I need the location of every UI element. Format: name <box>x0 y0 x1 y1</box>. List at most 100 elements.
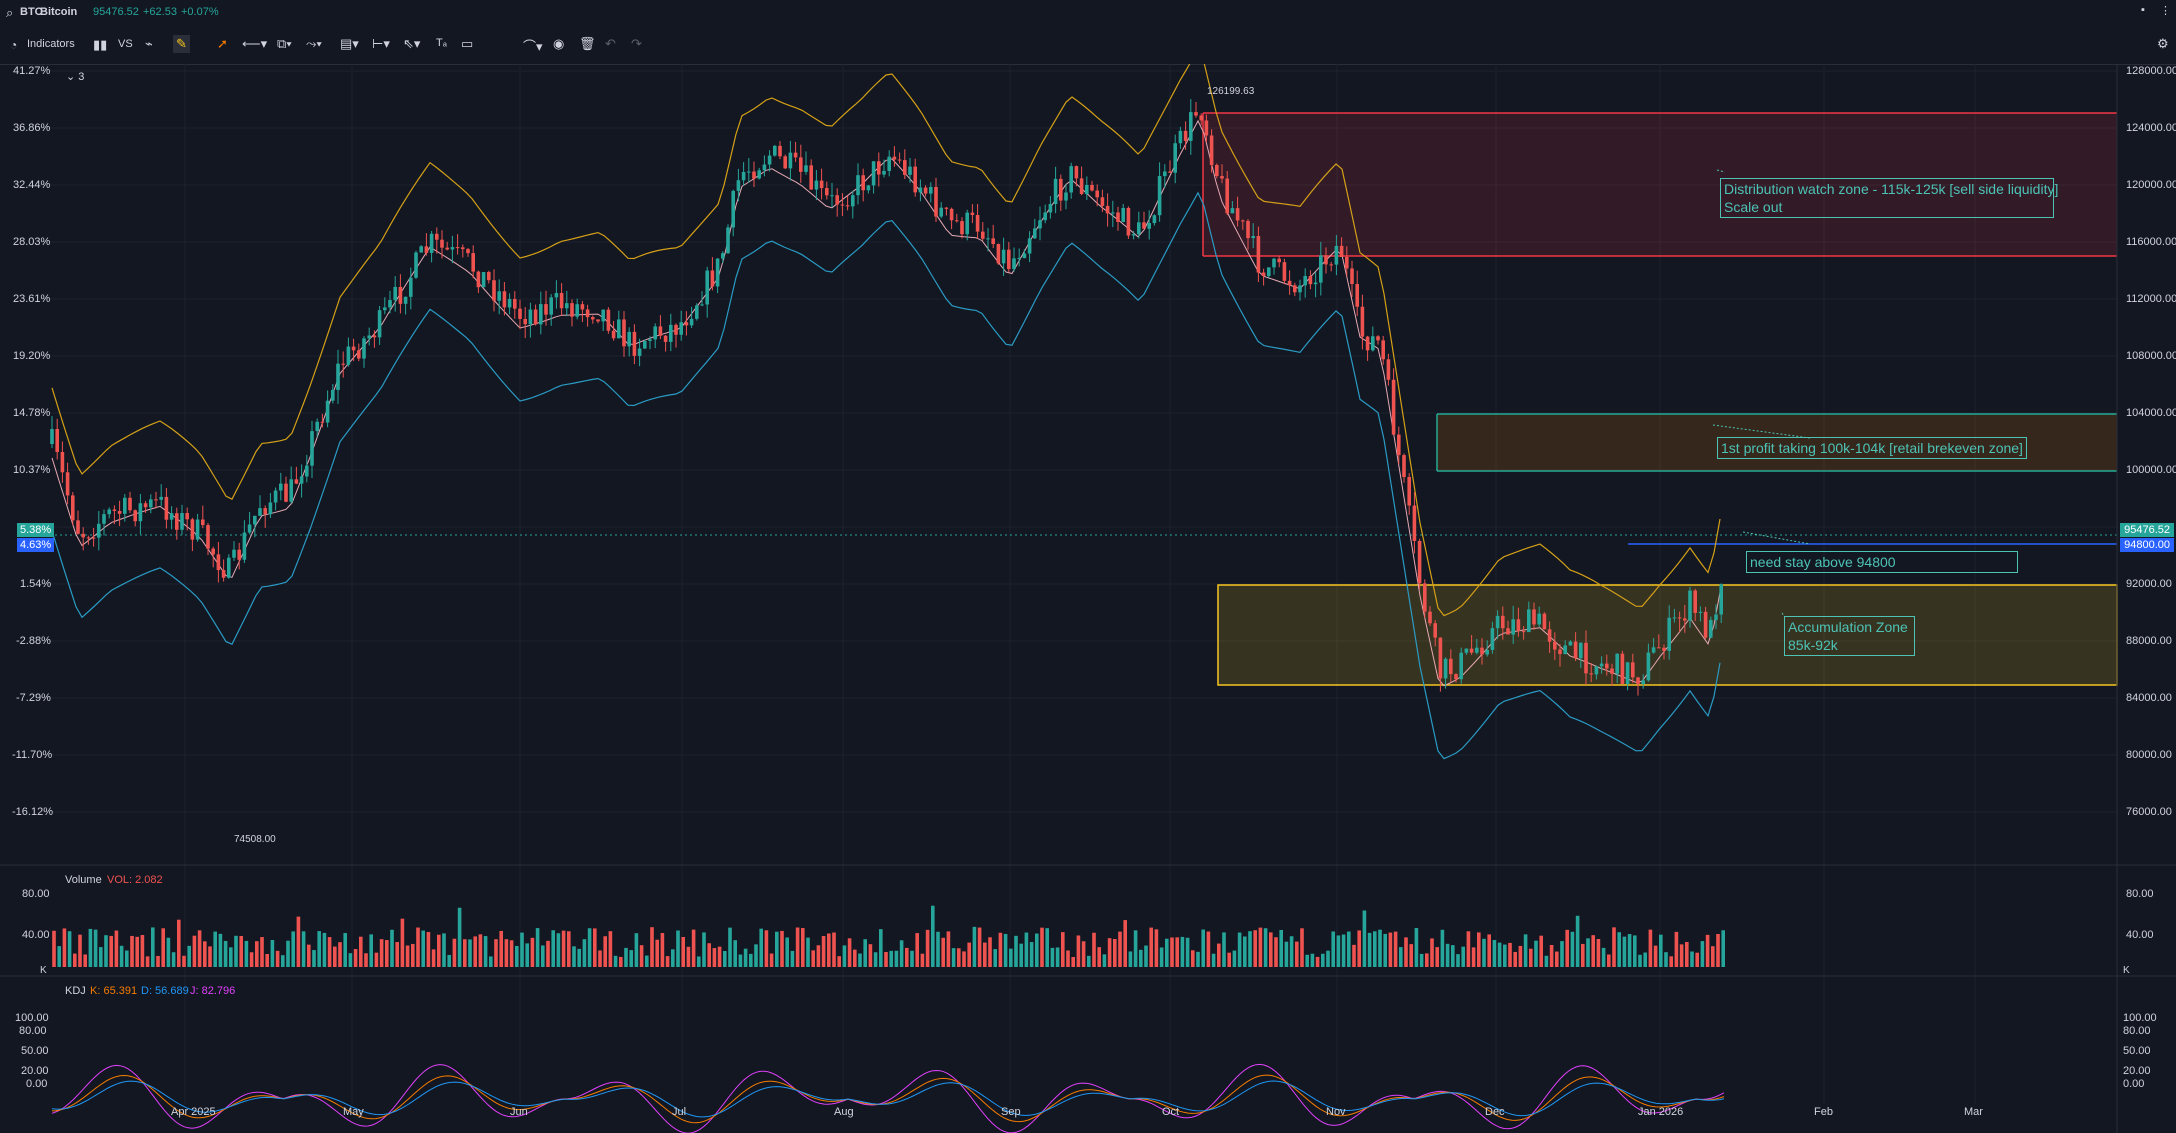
candle-body <box>866 185 871 191</box>
volume-bar <box>1601 947 1606 967</box>
volume-bar <box>1331 931 1335 967</box>
volume-bar <box>655 939 659 967</box>
candle-body <box>424 246 429 253</box>
volume-bar <box>520 932 524 967</box>
undo-icon[interactable]: ↶ <box>605 36 616 52</box>
accumulation-note[interactable]: Accumulation Zone 85k-92k <box>1784 616 1915 656</box>
candle-body <box>1235 208 1240 221</box>
trash-icon[interactable]: 🗑 <box>579 36 596 52</box>
axis-price: 88000.00 <box>2126 635 2172 647</box>
volume-bar <box>769 953 774 967</box>
volume-bar <box>1497 942 1502 967</box>
axis-percent: 1.54% <box>20 578 52 590</box>
volume-bar <box>733 940 737 967</box>
volume-bar <box>1336 935 1341 967</box>
symbol-name[interactable]: Bitcoin <box>40 6 77 18</box>
stay-above-note[interactable]: need stay above 94800 <box>1746 551 2018 573</box>
candle-body <box>143 503 148 508</box>
candle-body <box>1589 673 1593 675</box>
trend-line-icon[interactable]: ⟵▾ <box>242 36 267 52</box>
volume-bar <box>1284 941 1289 967</box>
volume-bar <box>743 948 748 967</box>
profit-taking-note[interactable]: 1st profit taking 100k-104k [retail brek… <box>1717 437 2027 459</box>
candle-body <box>1131 234 1136 236</box>
candle-body <box>528 309 533 325</box>
price-chart[interactable] <box>0 64 2176 1133</box>
chart-type-icon[interactable]: ⌁ <box>145 36 153 52</box>
volume-bar <box>1451 945 1455 967</box>
compare-button[interactable]: VS <box>118 38 133 50</box>
last-price: 95476.52 <box>93 6 139 18</box>
distribution-note[interactable]: Distribution watch zone - 115k-125k [sel… <box>1720 178 2058 218</box>
volume-bar <box>1487 934 1491 967</box>
axis-percent: 23.61% <box>13 293 51 305</box>
candle-body <box>663 335 668 342</box>
cursor-icon[interactable]: ➚ <box>217 36 228 52</box>
fib-icon[interactable]: ▤▾ <box>340 36 359 52</box>
volume-bar <box>1612 927 1616 967</box>
volume-bar <box>416 927 420 967</box>
measure-icon[interactable]: ⊢▾ <box>372 36 390 52</box>
candle-body <box>975 214 980 232</box>
volume-bar <box>1378 929 1382 967</box>
volume-bar <box>1159 947 1164 967</box>
pattern-icon[interactable]: ⤳▾ <box>306 36 322 52</box>
volume-bar <box>1492 939 1497 967</box>
layout-icon[interactable]: ▪ <box>2141 4 2145 16</box>
candle-body <box>788 152 793 169</box>
settings-icon[interactable]: ⚙ <box>2157 36 2169 52</box>
candle-body <box>1365 336 1370 351</box>
volume-value: VOL: 2.082 <box>107 874 163 886</box>
candle-body <box>268 502 273 515</box>
indicators-button[interactable]: Indicators <box>27 38 75 50</box>
candle-body <box>507 299 512 308</box>
candle-body <box>97 523 101 538</box>
drawing-icon[interactable]: ✎ <box>173 35 190 53</box>
text-icon[interactable]: Tₐ <box>436 37 447 49</box>
indicators-icon[interactable]: ◔ <box>10 38 17 52</box>
volume-bar <box>697 956 701 967</box>
volume-bar <box>1555 951 1559 967</box>
shape-icon[interactable]: ⧉▾ <box>277 36 292 52</box>
volume-title[interactable]: Volume <box>65 874 102 886</box>
arrow-icon[interactable]: ⇖▾ <box>403 36 420 52</box>
candle-body <box>684 322 689 326</box>
volume-bar <box>1154 929 1159 967</box>
search-icon[interactable]: ⌕ <box>6 5 13 21</box>
candle-body <box>1048 204 1053 213</box>
volume-bar <box>1139 949 1143 967</box>
candle-body <box>580 304 585 310</box>
comment-icon[interactable]: ▭ <box>461 36 473 52</box>
candle-body <box>372 335 377 338</box>
volume-bar <box>707 943 711 967</box>
candle-body <box>1012 258 1016 270</box>
candle-body <box>1464 648 1469 653</box>
candle-body <box>357 350 361 359</box>
volume-bar <box>421 930 425 967</box>
volume-bar <box>567 931 571 967</box>
candle-body <box>242 532 247 560</box>
volume-bar <box>728 927 732 967</box>
candle-body <box>1657 647 1661 649</box>
kdj-title[interactable]: KDJ <box>65 985 86 997</box>
volume-bar <box>899 940 904 967</box>
eye-icon[interactable]: ◉ <box>553 36 564 52</box>
layers-toggle[interactable]: ⌄ 3 <box>66 70 84 83</box>
layers-count: 3 <box>78 71 85 83</box>
fullscreen-icon[interactable]: ⋮ <box>2160 4 2171 17</box>
candle-body <box>767 155 772 165</box>
candle-body <box>1069 166 1073 193</box>
volume-bar <box>161 928 165 967</box>
candle-body <box>929 186 933 194</box>
candle-body <box>752 171 756 179</box>
candle-body <box>960 221 964 235</box>
volume-bar <box>1617 932 1621 967</box>
volume-bar <box>197 930 202 967</box>
volume-bar <box>962 951 966 967</box>
brush-icon[interactable]: ⌒▾ <box>523 36 543 55</box>
redo-icon[interactable]: ↷ <box>631 36 642 52</box>
candle-body <box>814 180 819 190</box>
volume-bar <box>1539 935 1543 967</box>
candles-icon[interactable]: ▮▮ <box>93 37 107 53</box>
candle-body <box>1064 192 1068 201</box>
